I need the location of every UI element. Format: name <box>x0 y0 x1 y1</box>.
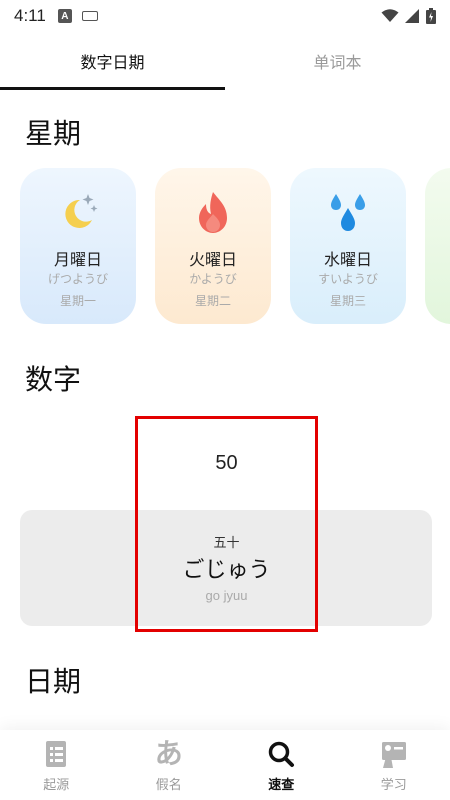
number-value[interactable]: 50 <box>135 452 318 475</box>
section-title-date: 日期 <box>25 665 82 698</box>
tab-label: 数字日期 <box>80 53 145 72</box>
nav-label: 学习 <box>380 778 407 793</box>
weekday-kana: げつようび <box>47 272 108 286</box>
list-doc-icon <box>46 741 67 767</box>
wifi-icon <box>381 9 399 22</box>
weekday-chinese: 星期三 <box>329 294 366 308</box>
weekday-kana: かようび <box>189 272 237 286</box>
top-tabs: 数字日期 单词本 <box>0 32 450 90</box>
nav-label: 速查 <box>268 778 295 793</box>
status-bar: 4:11 A <box>0 0 450 32</box>
weekday-card-list[interactable]: 月曜日 げつようび 星期一 火曜日 かようび 星期二 水曜日 すいようび 星期三 <box>20 168 450 326</box>
study-board-icon <box>381 742 406 768</box>
status-icons <box>381 8 436 24</box>
weekday-title: 火曜日 <box>188 250 237 269</box>
battery-icon <box>426 8 436 24</box>
weekday-card-partial[interactable] <box>425 168 450 324</box>
status-time: 4:11 <box>14 6 46 25</box>
weekday-kana: すいようび <box>318 272 378 286</box>
weekday-card-tuesday[interactable]: 火曜日 かようび 星期二 <box>155 168 271 324</box>
search-icon <box>269 741 295 767</box>
flame-icon <box>199 192 227 233</box>
cell-signal-icon <box>405 9 419 23</box>
water-drops-icon <box>331 194 365 231</box>
nav-label: 起源 <box>43 778 70 793</box>
section-title-weekday: 星期 <box>25 117 82 150</box>
nav-item-origin[interactable]: 起源 <box>0 730 113 800</box>
weekday-chinese: 星期一 <box>59 294 96 308</box>
nav-label: 假名 <box>155 778 182 793</box>
notification-a-icon: A <box>57 9 72 23</box>
weekday-card-monday[interactable]: 月曜日 げつようび 星期一 <box>20 168 136 324</box>
number-romaji: go jyuu <box>205 588 248 603</box>
weekday-title: 月曜日 <box>53 250 102 269</box>
weekday-chinese: 星期二 <box>194 294 231 308</box>
tab-label: 单词本 <box>313 53 362 72</box>
nav-item-lookup[interactable]: 速查 <box>225 730 338 800</box>
moon-stars-icon <box>65 194 98 228</box>
number-kana: ごじゅう <box>182 558 271 583</box>
weekday-card-wednesday[interactable]: 水曜日 すいようび 星期三 <box>290 168 406 324</box>
tab-vocabulary[interactable]: 单词本 <box>225 32 450 90</box>
kana-a-icon: あ <box>154 737 183 770</box>
nav-item-study[interactable]: 学习 <box>338 730 450 800</box>
nav-item-kana[interactable]: あ 假名 <box>113 730 226 800</box>
weekday-title: 水曜日 <box>323 250 372 269</box>
number-kanji: 五十 <box>213 536 240 551</box>
bottom-navigation: 起源 あ 假名 速查 学习 <box>0 730 450 800</box>
keyboard-icon <box>81 11 98 21</box>
tab-number-date[interactable]: 数字日期 <box>0 32 225 90</box>
section-title-numbers: 数字 <box>25 363 82 396</box>
